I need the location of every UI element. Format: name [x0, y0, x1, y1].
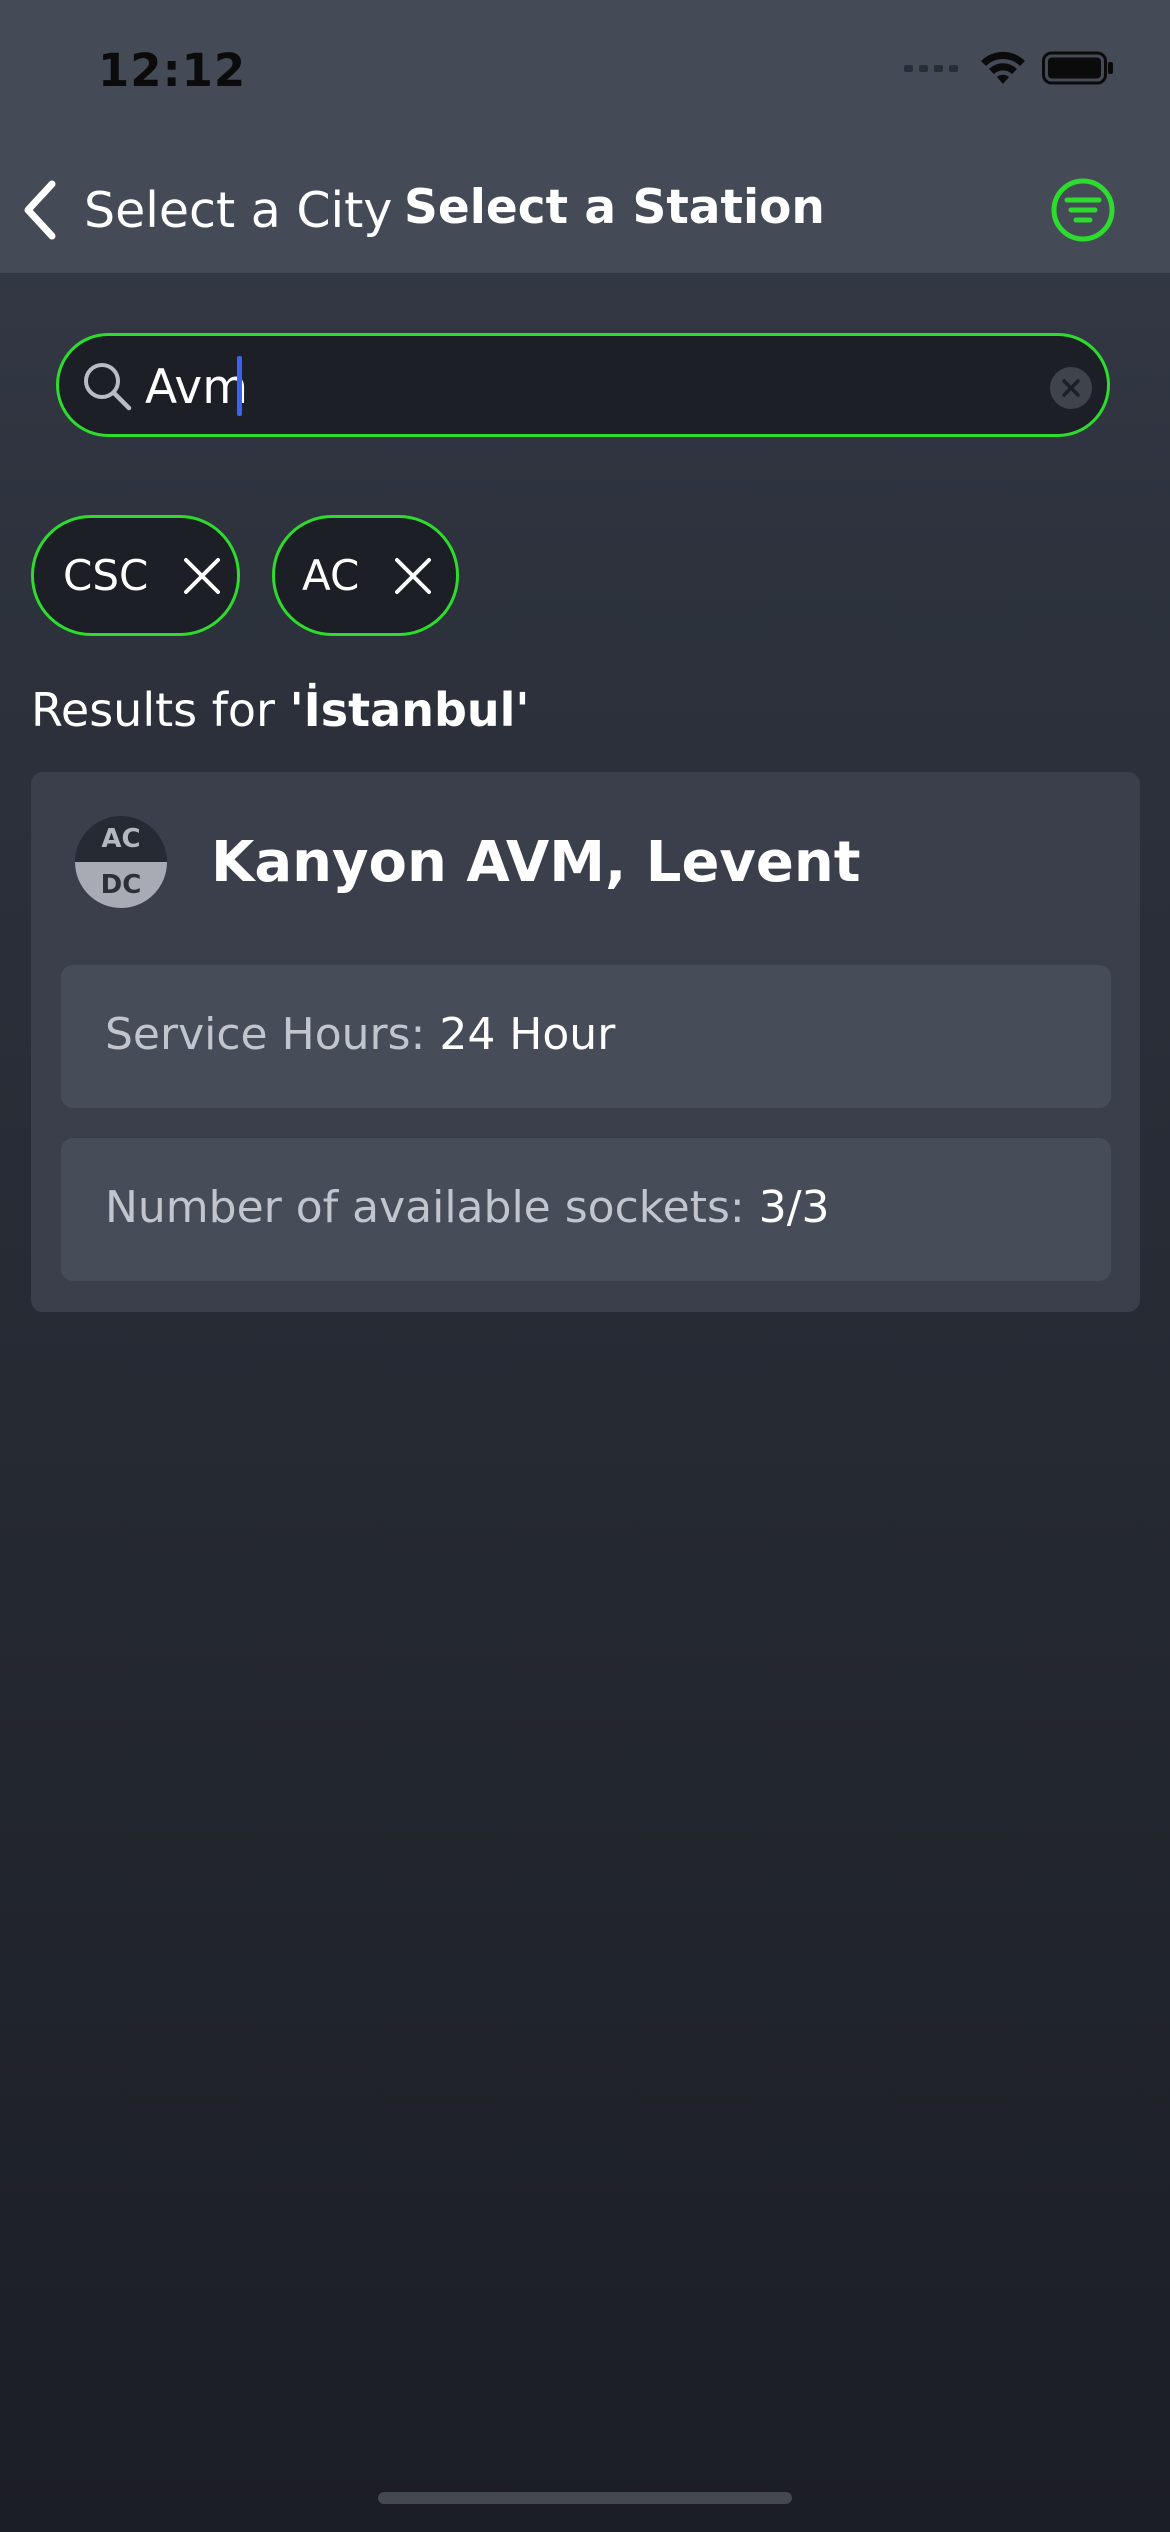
ac-dc-badge-icon: AC DC	[75, 816, 167, 908]
battery-icon	[1042, 51, 1113, 85]
service-hours-value: 24 Hour	[439, 1009, 616, 1060]
available-sockets-row: Number of available sockets: 3/3	[61, 1138, 1111, 1281]
search-input[interactable]: Avm	[56, 333, 1110, 437]
badge-dc-label: DC	[100, 870, 142, 900]
station-card[interactable]: AC DC Kanyon AVM, Levent Service Hours: …	[31, 772, 1140, 1312]
station-name: Kanyon AVM, Levent	[211, 830, 861, 895]
available-sockets-label: Number of available sockets:	[105, 1182, 759, 1233]
chevron-left-icon	[24, 180, 56, 240]
cellular-signal-icon	[904, 64, 958, 72]
results-prefix: Results for	[31, 683, 290, 737]
filter-button[interactable]	[1050, 177, 1116, 243]
service-hours-row: Service Hours: 24 Hour	[61, 965, 1111, 1108]
wifi-icon	[981, 51, 1025, 84]
back-button-label: Select a City	[84, 181, 393, 239]
close-icon[interactable]	[180, 554, 224, 598]
navigation-bar: Select a City Select a Station	[0, 150, 1170, 270]
filter-chip-csc[interactable]: CSC	[31, 515, 240, 636]
status-bar: 12:12	[0, 0, 1170, 140]
status-time: 12:12	[98, 44, 247, 97]
filter-icon	[1051, 178, 1115, 242]
available-sockets-value: 3/3	[758, 1182, 830, 1233]
filter-chip-ac[interactable]: AC	[272, 515, 459, 636]
results-city: 'İstanbul'	[289, 683, 530, 737]
chip-label: CSC	[63, 551, 149, 600]
search-input-value: Avm	[145, 360, 248, 415]
status-icons	[904, 50, 1114, 86]
badge-ac-label: AC	[101, 824, 141, 854]
text-cursor	[237, 356, 242, 416]
service-hours-label: Service Hours:	[105, 1009, 440, 1060]
back-button[interactable]: Select a City	[18, 172, 392, 248]
home-indicator[interactable]	[378, 2492, 792, 2504]
chip-label: AC	[302, 551, 360, 600]
close-icon[interactable]	[391, 554, 435, 598]
page-title: Select a Station	[404, 180, 825, 235]
results-heading: Results for 'İstanbul'	[31, 683, 529, 737]
clear-search-icon[interactable]	[1049, 366, 1093, 410]
search-icon	[84, 363, 132, 411]
